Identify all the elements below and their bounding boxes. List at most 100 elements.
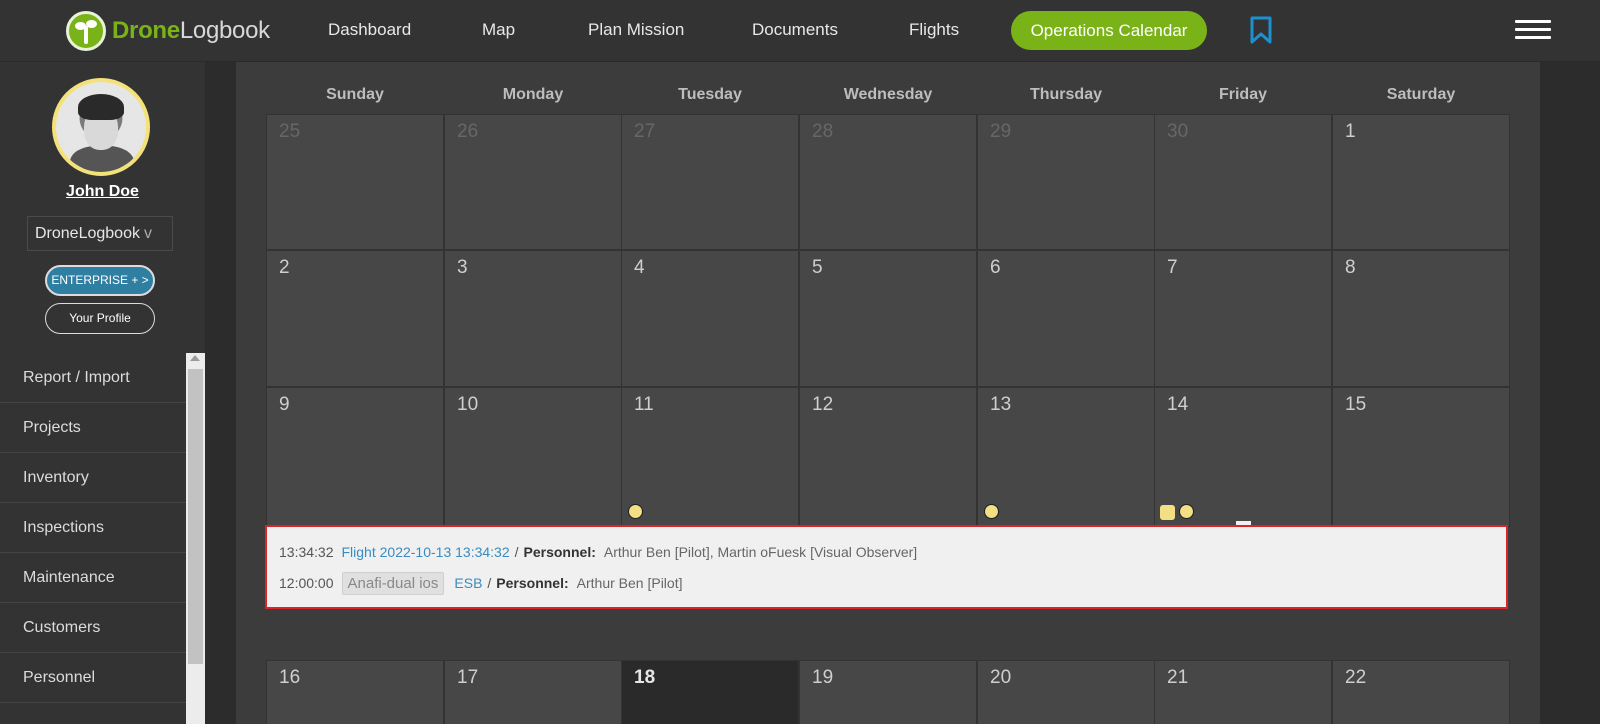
organization-select[interactable]: DroneLogbook v xyxy=(27,216,173,251)
logo-icon xyxy=(66,11,106,51)
weekday-saturday: Saturday xyxy=(1386,86,1456,103)
day-number: 18 xyxy=(634,667,656,688)
sidebar-item-customers[interactable]: Customers xyxy=(0,603,186,653)
day-number: 2 xyxy=(279,257,290,278)
day-cell-today[interactable]: 18 xyxy=(621,660,799,724)
logo-text-logbook: Logbook xyxy=(179,17,270,44)
day-cell[interactable]: 8 xyxy=(1332,250,1510,387)
nav-plan-mission[interactable]: Plan Mission xyxy=(588,20,684,40)
day-number: 20 xyxy=(990,667,1012,688)
day-cell[interactable]: 30 xyxy=(1154,114,1332,250)
nav-flights[interactable]: Flights xyxy=(909,20,959,40)
weekday-sunday: Sunday xyxy=(326,86,384,103)
mission-link[interactable]: ESB xyxy=(454,575,482,591)
day-cell[interactable]: 4 xyxy=(621,250,799,387)
day-number: 4 xyxy=(634,257,645,278)
day-number: 7 xyxy=(1167,257,1178,278)
day-cell[interactable]: 2 xyxy=(266,250,444,387)
hamburger-icon[interactable] xyxy=(1515,20,1551,40)
day-number: 29 xyxy=(990,121,1012,142)
day-number: 17 xyxy=(457,667,479,688)
weekday-tuesday: Tuesday xyxy=(678,86,742,103)
day-number: 5 xyxy=(812,257,823,278)
enterprise-button[interactable]: ENTERPRISE + > xyxy=(45,265,155,296)
organization-select-value: DroneLogbook xyxy=(35,225,140,242)
day-number: 6 xyxy=(990,257,1001,278)
nav-documents[interactable]: Documents xyxy=(752,20,838,40)
event-dot-icon[interactable] xyxy=(628,504,643,519)
day-cell[interactable]: 29 xyxy=(977,114,1155,250)
event-row: 12:00:00 Anafi-dual ios ESB / Personnel:… xyxy=(279,571,682,595)
nav-operations-calendar[interactable]: Operations Calendar xyxy=(1011,11,1207,50)
day-cell[interactable]: 13 xyxy=(977,387,1155,527)
day-cell[interactable]: 7 xyxy=(1154,250,1332,387)
avatar[interactable] xyxy=(52,78,150,176)
day-cell[interactable]: 16 xyxy=(266,660,444,724)
top-navigation-bar: DroneLogbook Dashboard Map Plan Mission … xyxy=(0,0,1600,62)
weekday-monday: Monday xyxy=(502,86,564,103)
day-cell[interactable]: 28 xyxy=(799,114,977,250)
scroll-thumb[interactable] xyxy=(188,369,203,664)
flight-link[interactable]: Flight 2022-10-13 13:34:32 xyxy=(342,544,510,560)
day-cell[interactable]: 20 xyxy=(977,660,1155,724)
day-number: 19 xyxy=(812,667,834,688)
day-number: 16 xyxy=(279,667,301,688)
personnel-label: Personnel: xyxy=(496,575,569,591)
bookmark-icon[interactable] xyxy=(1250,16,1272,44)
event-dot-icon[interactable] xyxy=(984,504,999,519)
day-cell[interactable]: 15 xyxy=(1332,387,1510,527)
app-logo[interactable]: DroneLogbook xyxy=(66,11,270,51)
day-number: 22 xyxy=(1345,667,1367,688)
your-profile-button[interactable]: Your Profile xyxy=(45,303,155,334)
drone-tag[interactable]: Anafi-dual ios xyxy=(341,571,445,595)
day-cell[interactable]: 5 xyxy=(799,250,977,387)
day-cell[interactable]: 21 xyxy=(1154,660,1332,724)
day-number: 27 xyxy=(634,121,656,142)
day-cell[interactable]: 26 xyxy=(444,114,622,250)
sidebar-menu: Report / Import Projects Inventory Inspe… xyxy=(0,353,186,703)
day-cell[interactable]: 9 xyxy=(266,387,444,527)
personnel-value: Arthur Ben [Pilot] xyxy=(576,575,683,591)
day-cell[interactable]: 1 xyxy=(1332,114,1510,250)
weekday-wednesday: Wednesday xyxy=(843,86,933,103)
sidebar-item-personnel[interactable]: Personnel xyxy=(0,653,186,703)
nav-dashboard[interactable]: Dashboard xyxy=(328,20,411,40)
day-cell[interactable]: 12 xyxy=(799,387,977,527)
day-cell[interactable]: 22 xyxy=(1332,660,1510,724)
day-number: 13 xyxy=(990,394,1012,415)
day-number: 3 xyxy=(457,257,468,278)
personnel-value: Arthur Ben [Pilot], Martin oFuesk [Visua… xyxy=(603,544,918,560)
day-cell[interactable]: 3 xyxy=(444,250,622,387)
day-cell[interactable]: 10 xyxy=(444,387,622,527)
day-number: 28 xyxy=(812,121,834,142)
weekday-thursday: Thursday xyxy=(1029,86,1102,103)
sidebar-item-report-import[interactable]: Report / Import xyxy=(0,353,186,403)
day-cell[interactable]: 14 xyxy=(1154,387,1332,527)
event-square-icon[interactable] xyxy=(1160,505,1175,520)
nav-map[interactable]: Map xyxy=(482,20,515,40)
day-cell[interactable]: 25 xyxy=(266,114,444,250)
day-cell[interactable]: 27 xyxy=(621,114,799,250)
scroll-up-icon[interactable] xyxy=(190,355,200,361)
day-cell[interactable]: 6 xyxy=(977,250,1155,387)
sidebar-item-inspections[interactable]: Inspections xyxy=(0,503,186,553)
sidebar-item-maintenance[interactable]: Maintenance xyxy=(0,553,186,603)
sidebar-item-projects[interactable]: Projects xyxy=(0,403,186,453)
day-number: 9 xyxy=(279,394,290,415)
day-cell[interactable]: 19 xyxy=(799,660,977,724)
day-cell[interactable]: 11 xyxy=(621,387,799,527)
day-cell[interactable]: 17 xyxy=(444,660,622,724)
sidebar-item-inventory[interactable]: Inventory xyxy=(0,453,186,503)
day-number: 11 xyxy=(634,394,654,415)
logo-text-drone: Drone xyxy=(112,17,180,44)
personnel-label: Personnel: xyxy=(523,544,596,560)
day-number: 26 xyxy=(457,121,479,142)
event-separator: / xyxy=(514,544,519,560)
sidebar-scrollbar[interactable] xyxy=(186,353,205,724)
username-link[interactable]: John Doe xyxy=(0,183,205,201)
day-number: 8 xyxy=(1345,257,1356,278)
event-dot-icon[interactable] xyxy=(1179,504,1194,519)
day-number: 15 xyxy=(1345,394,1367,415)
chevron-down-icon: v xyxy=(143,225,152,242)
weekday-friday: Friday xyxy=(1218,86,1267,103)
